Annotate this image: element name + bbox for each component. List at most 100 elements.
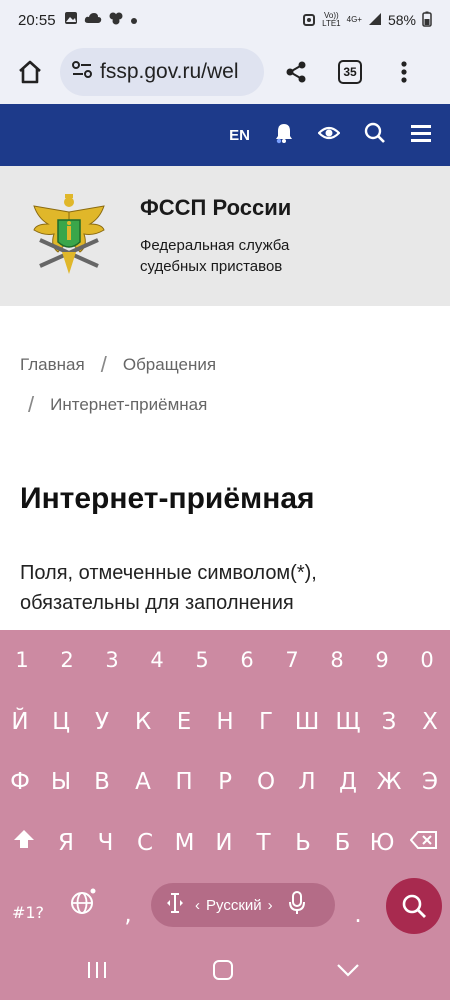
home-icon <box>19 60 41 84</box>
key-Ю[interactable]: Ю <box>364 823 400 863</box>
more-vertical-icon <box>401 61 407 83</box>
url-text[interactable]: fssp.gov.ru/wel <box>100 60 239 84</box>
comma-key[interactable]: , <box>110 895 146 935</box>
symbols-key[interactable]: #1? <box>4 893 52 933</box>
key-Ш[interactable]: Ш <box>289 702 325 742</box>
home-button[interactable] <box>12 54 48 90</box>
key-С[interactable]: С <box>127 823 163 863</box>
space-language-label: Русский <box>206 896 262 914</box>
breadcrumb-separator: / <box>28 392 35 417</box>
eye-icon <box>317 126 341 139</box>
key-5[interactable]: 5 <box>184 640 220 680</box>
site-menu-button[interactable] <box>410 123 432 148</box>
language-switch[interactable]: EN <box>229 127 250 144</box>
signal-icon <box>368 12 382 29</box>
chevron-right-icon: › <box>267 896 273 914</box>
breadcrumb-home[interactable]: Главная <box>20 355 85 375</box>
key-Т[interactable]: Т <box>246 823 282 863</box>
home-nav-button[interactable] <box>212 959 234 986</box>
page-title: Интернет-приёмная <box>20 482 315 515</box>
community-icon <box>108 11 124 29</box>
key-Ф[interactable]: Ф <box>2 762 38 802</box>
search-enter-key[interactable] <box>386 878 442 934</box>
key-Р[interactable]: Р <box>207 762 243 802</box>
tabs-button[interactable]: 35 <box>332 54 368 90</box>
key-У[interactable]: У <box>84 702 120 742</box>
key-О[interactable]: О <box>248 762 284 802</box>
key-В[interactable]: В <box>84 762 120 802</box>
onscreen-keyboard: 1234567890 ЙЦУКЕНГШЩЗХ ФЫВАПРОЛДЖЭ ЯЧСМИТЬБ… <box>0 630 450 1000</box>
accessibility-button[interactable] <box>317 125 341 146</box>
key-Ч[interactable]: Ч <box>88 823 124 863</box>
battery-percent: 58% <box>387 12 416 28</box>
share-icon <box>286 61 306 83</box>
gallery-icon <box>64 11 78 29</box>
status-time: 20:55 <box>18 11 56 29</box>
browser-toolbar: fssp.gov.ru/wel 35 <box>0 40 450 104</box>
search-button[interactable] <box>364 122 386 149</box>
key-Е[interactable]: Е <box>166 702 202 742</box>
recent-apps-button[interactable] <box>86 960 108 985</box>
bell-icon <box>276 123 292 143</box>
alarm-icon <box>302 11 316 30</box>
site-settings-icon[interactable] <box>72 60 92 84</box>
key-Я[interactable]: Я <box>48 823 84 863</box>
key-Г[interactable]: Г <box>248 702 284 742</box>
key-Б[interactable]: Б <box>325 823 361 863</box>
key-З[interactable]: З <box>371 702 407 742</box>
key-3[interactable]: 3 <box>94 640 130 680</box>
search-icon <box>364 122 385 143</box>
cursor-control-icon <box>165 892 185 918</box>
shift-key[interactable] <box>4 823 44 863</box>
key-Х[interactable]: Х <box>412 702 448 742</box>
key-А[interactable]: А <box>125 762 161 802</box>
key-Щ[interactable]: Щ <box>330 702 366 742</box>
notification-dot-icon <box>130 12 138 29</box>
cloud-icon <box>84 11 102 29</box>
hide-keyboard-button[interactable] <box>336 962 360 983</box>
globe-icon <box>71 888 96 914</box>
breadcrumb-requests[interactable]: Обращения <box>123 355 216 375</box>
breadcrumb: Главная / Обращения / Интернет-приёмная <box>20 350 430 420</box>
key-Ь[interactable]: Ь <box>285 823 321 863</box>
key-4[interactable]: 4 <box>139 640 175 680</box>
key-7[interactable]: 7 <box>274 640 310 680</box>
key-И[interactable]: И <box>206 823 242 863</box>
key-Ц[interactable]: Ц <box>43 702 79 742</box>
key-Д[interactable]: Д <box>330 762 366 802</box>
brand-name[interactable]: ФССП России <box>140 195 340 221</box>
notifications-button[interactable] <box>274 122 294 149</box>
site-header: EN <box>0 104 450 166</box>
share-button[interactable] <box>278 54 314 90</box>
key-Н[interactable]: Н <box>207 702 243 742</box>
breadcrumb-current: Интернет-приёмная <box>50 395 208 414</box>
key-9[interactable]: 9 <box>364 640 400 680</box>
key-0[interactable]: 0 <box>409 640 445 680</box>
chevron-down-icon <box>337 964 359 977</box>
address-bar[interactable]: fssp.gov.ru/wel <box>60 48 264 96</box>
key-П[interactable]: П <box>166 762 202 802</box>
key-Ж[interactable]: Ж <box>371 762 407 802</box>
key-Э[interactable]: Э <box>412 762 448 802</box>
backspace-key[interactable] <box>404 823 444 863</box>
space-bar[interactable]: ‹ Русский › <box>151 883 335 927</box>
browser-menu-button[interactable] <box>386 54 422 90</box>
battery-icon <box>422 11 432 30</box>
language-switch-key[interactable] <box>64 887 104 927</box>
brand-subtitle: Федеральная служба судебных приставов <box>140 237 290 275</box>
key-Л[interactable]: Л <box>289 762 325 802</box>
status-bar: 20:55 Vo)) LTE1 4G+ 58% <box>0 0 450 40</box>
key-1[interactable]: 1 <box>4 640 40 680</box>
key-М[interactable]: М <box>167 823 203 863</box>
key-6[interactable]: 6 <box>229 640 265 680</box>
microphone-icon[interactable] <box>288 891 305 919</box>
key-Й[interactable]: Й <box>2 702 38 742</box>
backspace-icon <box>409 831 437 849</box>
required-fields-note: Поля, отмеченные символом(*), обязательн… <box>20 562 317 614</box>
key-2[interactable]: 2 <box>49 640 85 680</box>
key-К[interactable]: К <box>125 702 161 742</box>
emblem-logo[interactable] <box>28 190 110 283</box>
period-key[interactable]: . <box>340 895 376 935</box>
key-8[interactable]: 8 <box>319 640 355 680</box>
key-Ы[interactable]: Ы <box>43 762 79 802</box>
